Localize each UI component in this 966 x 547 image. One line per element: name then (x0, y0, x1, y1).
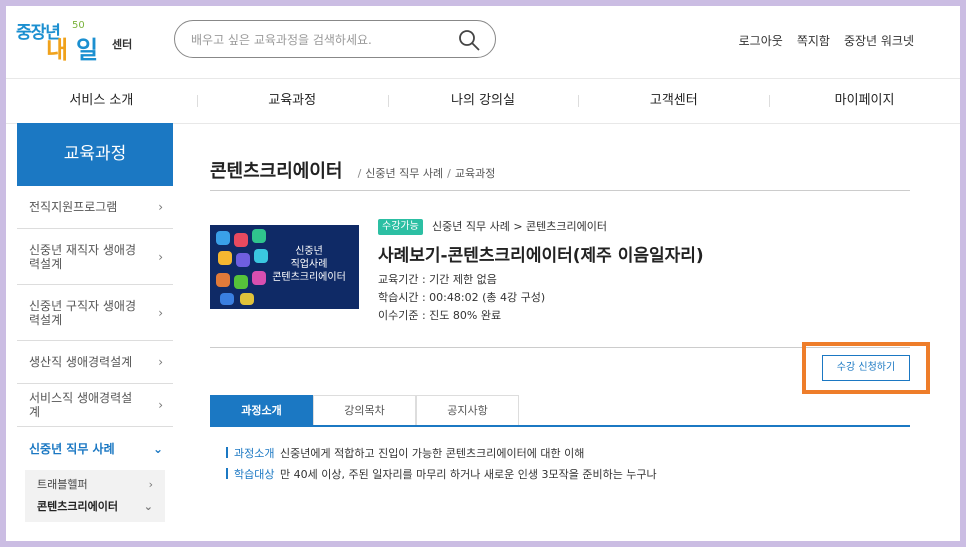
logo-text-3: 센터 (112, 38, 133, 51)
course-name: 사례보기-콘텐츠크리에이터(제주 이음일자리) (378, 246, 704, 266)
status-badge: 수강가능 (378, 219, 423, 235)
sidebar-item-production-career[interactable]: 생산직 생애경력설계 › (17, 341, 173, 384)
course-completion: 이수기준 : 진도 80% 완료 (378, 309, 502, 322)
main-content: 콘텐츠크리에이터 / 신중년 직무 사례 / 교육과정 신중년 직업사례 콘텐츠… (210, 123, 930, 541)
header: 중장년 50 내 일 센터 로그아웃 쪽지함 중장년 워크넷 (6, 6, 960, 78)
sidebar-submenu: 트래블헬퍼 › 콘텐츠크리에이터 ⌄ (25, 470, 165, 522)
logout-link[interactable]: 로그아웃 (739, 32, 783, 49)
nav-mypage[interactable]: 마이페이지 (769, 79, 960, 123)
sub-item-label: 트래블헬퍼 (37, 478, 88, 491)
app-tile-icon (252, 229, 266, 243)
chevron-right-icon: › (158, 200, 163, 214)
nav-courses[interactable]: 교육과정 (196, 79, 388, 123)
app-tile-icon (220, 293, 234, 305)
chevron-down-icon: ⌄ (143, 500, 153, 513)
sidebar-item-jobseeker-career[interactable]: 신중년 구직자 생애경력설계 › (17, 285, 173, 341)
app-tile-icon (218, 251, 232, 265)
sidebar-sub-content-creator[interactable]: 콘텐츠크리에이터 ⌄ (25, 496, 165, 518)
sidebar-item-job-cases[interactable]: 신중년 직무 사례 ⌄ (17, 427, 173, 470)
thumbnail-line: 신중년 (295, 246, 323, 257)
course-thumbnail: 신중년 직업사례 콘텐츠크리에이터 (210, 225, 359, 309)
page-title: 콘텐츠크리에이터 (210, 161, 343, 182)
sidebar-item-label: 신중년 구직자 생애경력설계 (29, 298, 136, 327)
info-key: 과정소개 (226, 445, 280, 461)
sidebar-item-label: 신중년 직무 사례 (29, 441, 115, 456)
sidebar-item-employed-career[interactable]: 신중년 재직자 생애경력설계 › (17, 229, 173, 285)
nav-customer-center[interactable]: 고객센터 (578, 79, 769, 123)
sidebar-sub-travel-helper[interactable]: 트래블헬퍼 › (25, 474, 165, 496)
title-row: 콘텐츠크리에이터 / 신중년 직무 사례 / 교육과정 (210, 157, 910, 191)
chevron-right-icon: › (148, 478, 153, 491)
sidebar-title: 교육과정 (17, 123, 173, 186)
app-tile-icon (234, 233, 248, 247)
sidebar-item-service-career[interactable]: 서비스직 생애경력설계 › (17, 384, 173, 427)
course-period: 교육기간 : 기간 제한 없음 (378, 273, 497, 286)
tab-notice[interactable]: 공지사항 (416, 395, 519, 425)
info-row-target: 학습대상 만 40세 이상, 주된 일자리를 마무리 하거나 새로운 인생 3모… (226, 466, 657, 482)
chevron-right-icon: › (158, 249, 163, 264)
logo-text-2b: 일 (76, 36, 98, 64)
sidebar: 교육과정 전직지원프로그램 › 신중년 재직자 생애경력설계 › 신중년 구직자… (17, 123, 173, 522)
info-row-intro: 과정소개 신중년에게 적합하고 진입이 가능한 콘텐츠크리에이터에 대한 이해 (226, 445, 584, 461)
logo-text-2a: 내 (46, 36, 68, 64)
info-value: 신중년에게 적합하고 진입이 가능한 콘텐츠크리에이터에 대한 이해 (280, 447, 585, 460)
apply-course-button[interactable]: 수강 신청하기 (822, 355, 910, 381)
nav-my-classroom[interactable]: 나의 강의실 (387, 79, 579, 123)
sidebar-item-label: 전직지원프로그램 (29, 200, 118, 214)
search-box (174, 20, 496, 58)
app-tile-icon (216, 273, 230, 287)
tab-course-intro[interactable]: 과정소개 (210, 395, 313, 425)
worknet-link[interactable]: 중장년 워크넷 (844, 32, 914, 49)
message-box-link[interactable]: 쪽지함 (797, 32, 830, 49)
sidebar-item-label: 생산직 생애경력설계 (29, 355, 133, 369)
sub-item-label: 콘텐츠크리에이터 (37, 500, 118, 513)
app-tile-icon (236, 253, 250, 267)
main-nav: 서비스 소개 교육과정 나의 강의실 고객센터 마이페이지 (6, 78, 960, 124)
chevron-right-icon: › (158, 305, 163, 320)
search-input[interactable] (191, 30, 441, 50)
breadcrumb-separator: / (447, 167, 451, 180)
breadcrumb-separator: / (357, 167, 362, 180)
sidebar-item-label: 신중년 재직자 생애경력설계 (29, 242, 136, 271)
course-category: 신중년 직무 사례 > 콘텐츠크리에이터 (432, 220, 608, 233)
site-logo[interactable]: 중장년 50 내 일 센터 (16, 14, 146, 66)
browser-frame: 중장년 50 내 일 센터 로그아웃 쪽지함 중장년 워크넷 서비스 소개 교육… (6, 6, 960, 541)
breadcrumb-item-courses[interactable]: 교육과정 (455, 167, 495, 180)
course-duration: 학습시간 : 00:48:02 (총 4강 구성) (378, 291, 546, 304)
app-tile-icon (216, 231, 230, 245)
search-icon[interactable] (457, 28, 481, 52)
app-tile-icon (234, 275, 248, 289)
course-summary: 신중년 직업사례 콘텐츠크리에이터 수강가능 신중년 직무 사례 > 콘텐츠크리… (210, 213, 910, 323)
utility-links: 로그아웃 쪽지함 중장년 워크넷 (739, 32, 914, 49)
breadcrumb-item-job-cases[interactable]: 신중년 직무 사례 (365, 167, 443, 180)
breadcrumb: / 신중년 직무 사례 / 교육과정 (354, 165, 496, 181)
sidebar-item-label: 서비스직 생애경력설계 (29, 391, 133, 419)
course-tabs: 과정소개 강의목차 공지사항 (210, 395, 910, 427)
nav-service-intro[interactable]: 서비스 소개 (6, 79, 197, 123)
thumbnail-line: 콘텐츠크리에이터 (272, 272, 346, 283)
thumbnail-caption: 신중년 직업사례 콘텐츠크리에이터 (263, 245, 355, 284)
app-tile-icon (240, 293, 254, 305)
chevron-down-icon: ⌄ (152, 441, 163, 456)
info-value: 만 40세 이상, 주된 일자리를 마무리 하거나 새로운 인생 3모작을 준비… (280, 468, 657, 481)
tab-lecture-list[interactable]: 강의목차 (313, 395, 416, 425)
chevron-right-icon: › (158, 355, 163, 369)
chevron-right-icon: › (158, 398, 163, 412)
sidebar-item-career-transition[interactable]: 전직지원프로그램 › (17, 186, 173, 229)
info-key: 학습대상 (226, 466, 280, 482)
thumbnail-line: 직업사례 (290, 259, 328, 270)
